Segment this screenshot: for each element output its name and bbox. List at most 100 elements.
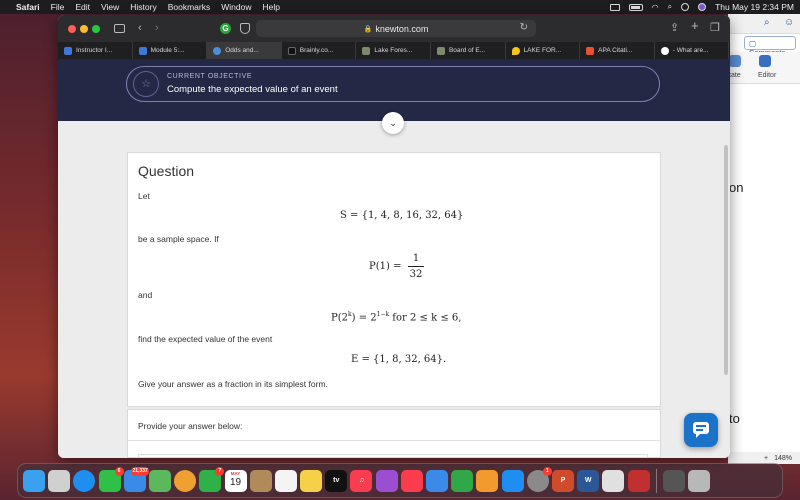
tab-overview-icon[interactable]: ❐ [710,21,720,35]
pages-icon[interactable] [476,469,499,492]
zoom-in-icon[interactable]: + [764,455,768,462]
screen-mirroring-icon[interactable] [609,3,620,11]
forward-arrow-icon[interactable]: › [155,21,159,35]
system-preferences-icon[interactable]: 1 [526,466,552,492]
answer-card: Provide your answer below: [127,409,662,458]
maps-icon[interactable] [148,469,171,492]
editor-icon[interactable] [759,55,771,67]
menu-view[interactable]: View [101,2,119,12]
tab-label: Lake Fores... [374,47,413,54]
menu-bar: Safari File Edit View History Bookmarks … [0,0,800,14]
apple-tv-icon[interactable]: tv [325,469,348,492]
tab-lake-forest[interactable]: Lake Fores... [356,42,431,59]
calendar-icon[interactable]: MAY 19 [224,469,247,492]
sample-space-formula: S = {1, 4, 8, 16, 32, 64} [340,210,464,221]
podcasts-icon[interactable] [375,469,398,492]
menu-bookmarks[interactable]: Bookmarks [168,2,211,12]
objective-label: CURRENT OBJECTIVE [167,73,253,80]
menu-window[interactable]: Window [221,2,251,12]
keynote-icon[interactable] [426,469,448,492]
tab-favicon-icon [511,46,520,55]
reload-icon[interactable]: ↻ [520,22,528,33]
help-chat-button[interactable] [684,413,718,447]
messages-badge: 6 [114,466,124,476]
event-formula: E = {1, 8, 32, 64}. [351,354,447,365]
word-zoom-level[interactable]: 148% [774,455,792,462]
word-comments-button[interactable]: ▢ Comments [744,36,796,57]
question-find-text: find the expected value of the event [138,334,273,344]
mail-icon[interactable]: 21,337 [123,466,149,492]
word-icon[interactable]: W [577,469,600,492]
tab-module-5[interactable]: Module 5:... [133,42,208,59]
p1-denominator: 32 [409,269,423,280]
tab-brainly[interactable]: Brainly.co... [282,42,357,59]
privacy-shield-icon[interactable] [240,23,250,34]
system-preferences-badge: 1 [542,466,552,476]
menu-clock[interactable]: Thu May 19 2:34 PM [715,2,794,12]
word-share-icon[interactable]: ☺ [784,17,794,28]
address-bar[interactable]: 🔒 knewton.com ↻ [256,20,536,37]
word-editor-label[interactable]: Editor [758,72,776,79]
menu-file[interactable]: File [51,2,65,12]
minimize-window-button[interactable] [80,25,88,33]
tab-favicon-icon [64,46,72,55]
notes-icon[interactable] [300,469,323,492]
battery-icon[interactable] [628,3,643,11]
current-objective-banner: ☆ CURRENT OBJECTIVE Compute the expected… [126,66,660,102]
powerpoint-icon[interactable]: P [551,469,574,492]
contacts-icon[interactable] [249,469,272,492]
new-tab-icon[interactable]: + [691,19,699,33]
photos-icon[interactable] [174,469,197,492]
numbers-icon[interactable] [451,469,474,492]
photo-booth-icon[interactable] [627,469,650,492]
reminders-icon[interactable] [274,469,297,492]
sidebar-toggle-icon[interactable] [114,24,125,33]
chat-bubble-icon [693,422,709,438]
grammarly-extension-icon[interactable]: G [220,23,231,34]
app-store-icon[interactable] [501,469,524,492]
safari-window: ‹ › G 🔒 knewton.com ↻ ⇪ + ❐ Instructor I… [58,15,730,458]
news-icon[interactable] [400,469,423,492]
close-window-button[interactable] [68,25,76,33]
wifi-icon[interactable]: ◠ [652,3,659,12]
tab-apa-citation[interactable]: APA Citati... [580,42,655,59]
safari-icon[interactable] [73,469,96,492]
tab-odds-and[interactable]: Odds and... [207,42,282,59]
facetime-icon[interactable]: 7 [199,466,225,492]
tab-board-of-e[interactable]: Board of E... [431,42,506,59]
page-scrollbar[interactable] [724,145,728,375]
menu-app-name[interactable]: Safari [16,2,40,12]
menu-history[interactable]: History [130,2,156,12]
spotlight-search-icon[interactable]: ⌕ [668,2,672,12]
word-dictate-label[interactable]: tate [729,72,741,79]
menu-edit[interactable]: Edit [75,2,90,12]
preview-icon[interactable] [602,469,625,492]
trash-icon[interactable] [688,469,711,492]
tab-instructor[interactable]: Instructor I... [58,42,133,59]
finder-icon[interactable] [23,469,45,492]
tab-what-are[interactable]: - What are... [655,42,730,59]
word-search-icon[interactable]: ⌕ [764,17,770,28]
control-center-icon[interactable] [681,3,690,11]
dictate-icon[interactable] [729,55,741,67]
back-arrow-icon[interactable]: ‹ [138,21,142,35]
screen-capture-icon[interactable] [662,469,685,492]
menu-help[interactable]: Help [262,2,279,12]
pk-part-a: P(2 [331,312,348,324]
music-icon[interactable]: ♫ [350,469,373,492]
collapse-header-button[interactable]: ⌄ [382,112,404,134]
pk-formula: P(2k) = 21−k for 2 ≤ k ≤ 6, [331,311,461,323]
lock-icon: 🔒 [363,25,373,33]
fullscreen-window-button[interactable] [92,25,100,33]
dock: 6 21,337 7 MAY 19 tv ♫ 1 P W [17,463,783,498]
word-document-text: to [729,411,740,426]
tab-label: - What are... [672,47,709,54]
share-icon[interactable]: ⇪ [670,21,679,35]
messages-icon[interactable]: 6 [98,466,124,492]
objective-text: Compute the expected value of an event [167,84,338,95]
siri-icon[interactable] [698,3,707,11]
answer-input-area[interactable] [138,454,648,458]
launchpad-icon[interactable] [48,469,71,492]
tab-lake-for[interactable]: LAKE FOR... [506,42,581,59]
comment-icon: ▢ [749,39,757,48]
